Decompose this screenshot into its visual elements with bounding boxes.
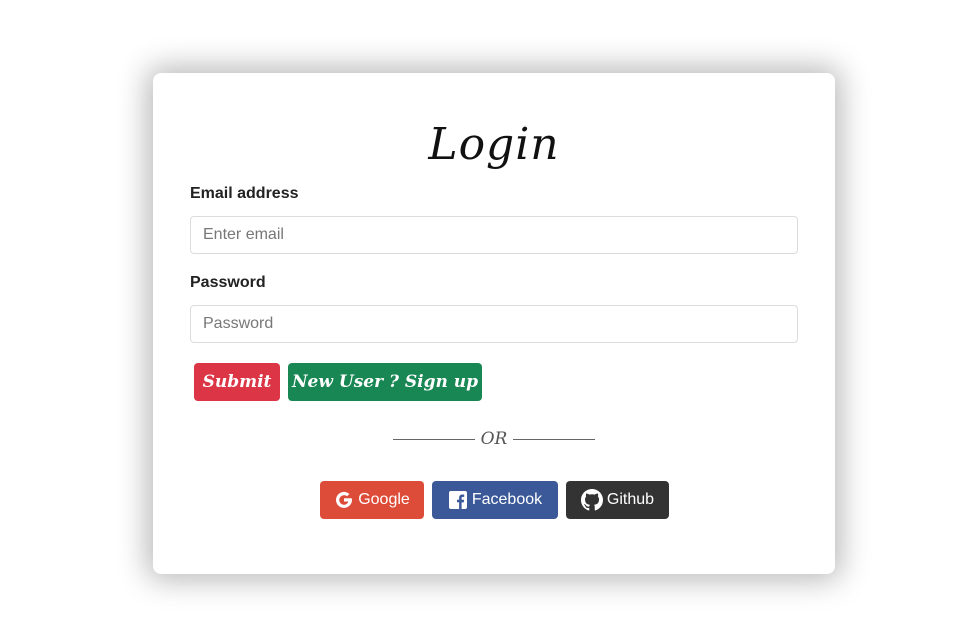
or-label: OR	[480, 429, 508, 449]
divider-line-left	[392, 439, 475, 440]
facebook-label: Facebook	[471, 491, 543, 508]
facebook-login-button[interactable]: Facebook	[432, 481, 558, 519]
facebook-icon	[448, 490, 468, 510]
github-icon	[580, 489, 603, 511]
email-label: Email address	[190, 185, 299, 202]
github-login-button[interactable]: Github	[566, 481, 669, 519]
google-label: Google	[358, 491, 410, 508]
password-label: Password	[190, 274, 266, 291]
password-field[interactable]	[190, 305, 798, 343]
divider-line-right	[513, 439, 596, 440]
email-field[interactable]	[190, 216, 798, 254]
google-login-button[interactable]: Google	[320, 481, 424, 519]
page-title: Login	[428, 119, 560, 170]
submit-button[interactable]: Submit	[194, 363, 280, 401]
signup-button[interactable]: New User ? Sign up	[288, 363, 482, 401]
github-label: Github	[606, 491, 655, 508]
login-card: Login Email address Password Submit New …	[153, 73, 835, 574]
google-icon	[334, 490, 354, 510]
or-divider: OR	[153, 429, 835, 449]
